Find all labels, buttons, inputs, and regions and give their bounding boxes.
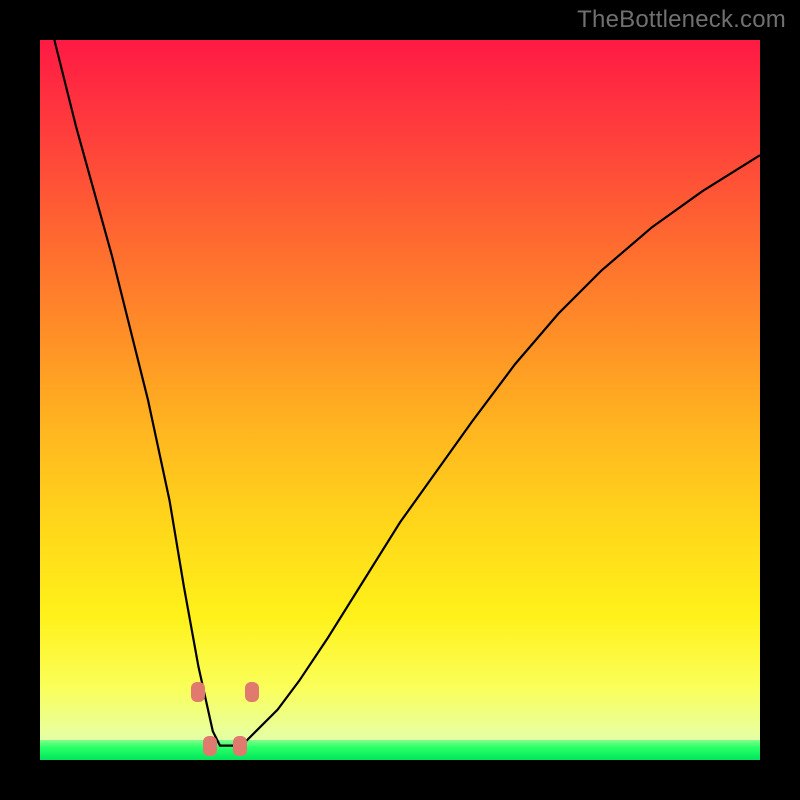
watermark-text: TheBottleneck.com — [577, 6, 786, 34]
bottleneck-curve — [40, 40, 760, 760]
curve-marker-3 — [245, 682, 259, 702]
chart-frame: TheBottleneck.com — [0, 0, 800, 800]
curve-marker-0 — [191, 682, 205, 702]
curve-marker-2 — [233, 736, 247, 756]
curve-marker-1 — [203, 736, 217, 756]
curve-path — [54, 40, 760, 746]
plot-area — [40, 40, 760, 760]
